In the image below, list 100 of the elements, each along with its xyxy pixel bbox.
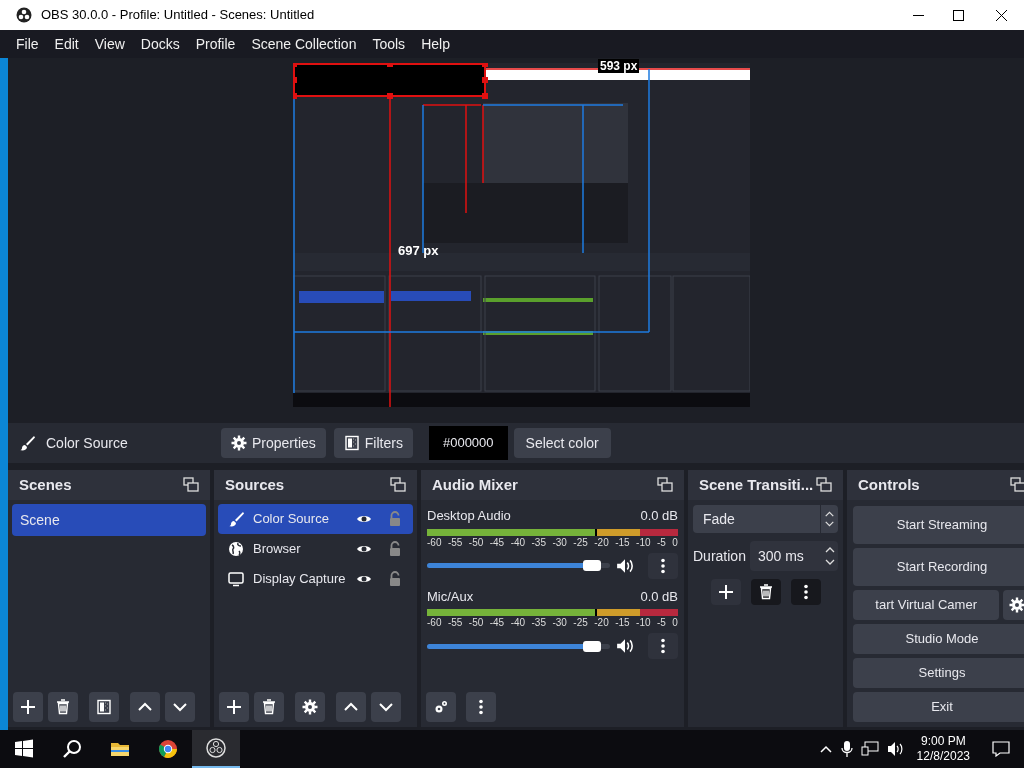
- source-item[interactable]: Browser: [218, 534, 413, 564]
- source-item[interactable]: Color Source: [218, 504, 413, 534]
- brush-icon: [19, 435, 35, 451]
- control-button[interactable]: Studio Mode: [853, 624, 1024, 654]
- undock-button[interactable]: [390, 477, 406, 493]
- mixer-settings-button[interactable]: [426, 692, 456, 722]
- undock-button[interactable]: [816, 477, 832, 493]
- scale-label: -60: [427, 618, 442, 628]
- lock-toggle[interactable]: [387, 511, 403, 527]
- transition-select[interactable]: Fade: [693, 505, 838, 533]
- scale-label: -40: [510, 537, 526, 548]
- gears-icon: [433, 699, 449, 715]
- add-button[interactable]: [13, 692, 43, 722]
- gear-icon: [1009, 597, 1024, 613]
- obs-button[interactable]: [192, 730, 240, 768]
- source-item[interactable]: Display Capture: [218, 564, 413, 594]
- scale-label: -55: [447, 618, 463, 628]
- mute-button[interactable]: [616, 637, 634, 655]
- duration-label: Duration: [693, 546, 746, 566]
- virtual-camera-button[interactable]: tart Virtual Camer: [853, 590, 1000, 620]
- scale-label: -25: [573, 537, 588, 548]
- undock-icon: [657, 477, 673, 493]
- menu-item[interactable]: Profile: [188, 33, 243, 55]
- move-up-button[interactable]: [130, 692, 160, 722]
- lock-icon: [387, 511, 403, 527]
- microphone-icon[interactable]: [840, 740, 853, 758]
- notifications-icon[interactable]: [992, 741, 1010, 757]
- gear-icon: [302, 699, 318, 715]
- dock-title: Scenes: [19, 474, 72, 495]
- remove-button[interactable]: [254, 692, 284, 722]
- plus-icon: [226, 699, 242, 715]
- menu-item[interactable]: View: [87, 33, 132, 55]
- properties-button[interactable]: [295, 692, 325, 722]
- lock-toggle[interactable]: [387, 571, 403, 587]
- scale-label: -5: [656, 618, 666, 628]
- dock-title: Scene Transiti...: [699, 474, 814, 495]
- trash-icon: [55, 699, 71, 715]
- more-icon: [661, 638, 665, 654]
- volume-thumb[interactable]: [582, 560, 601, 571]
- control-button[interactable]: Start Streaming: [853, 506, 1024, 544]
- control-button[interactable]: Start Recording: [853, 548, 1024, 586]
- remove-button[interactable]: [48, 692, 78, 722]
- volume-icon[interactable]: [886, 741, 905, 757]
- plus-icon: [20, 699, 36, 715]
- dock-title: Sources: [225, 474, 285, 495]
- undock-button[interactable]: [1010, 477, 1024, 493]
- remove-button[interactable]: [750, 579, 781, 605]
- menu-item[interactable]: File: [9, 33, 46, 55]
- select-color-button[interactable]: Select color: [513, 428, 611, 458]
- menu-item[interactable]: Scene Collection: [244, 33, 364, 55]
- undock-button[interactable]: [183, 477, 199, 493]
- menu-button[interactable]: [648, 633, 678, 659]
- menu-button[interactable]: [466, 692, 496, 722]
- more-icon: [479, 699, 483, 715]
- scale-label: -30: [552, 618, 567, 628]
- control-button[interactable]: Exit: [853, 692, 1024, 722]
- window-title: OBS 30.0.0 - Profile: Untitled - Scenes: Untitled: [41, 6, 315, 25]
- scale-label: -25: [573, 618, 588, 628]
- menu-item[interactable]: Tools: [365, 33, 413, 55]
- gear-icon: [231, 435, 247, 451]
- trash-icon: [261, 699, 277, 715]
- scale-label: -60: [427, 537, 442, 548]
- browser-icon: [157, 738, 179, 760]
- lock-toggle[interactable]: [387, 541, 403, 557]
- undock-button[interactable]: [657, 477, 673, 493]
- lock-icon: [387, 541, 403, 557]
- add-button[interactable]: [710, 579, 741, 605]
- duration-field[interactable]: 300 ms: [749, 541, 838, 571]
- menu-button[interactable]: [790, 579, 821, 605]
- scale-label: -35: [531, 537, 546, 548]
- move-down-button[interactable]: [371, 692, 401, 722]
- channel-name: Desktop Audio: [427, 507, 511, 525]
- scale-label: -10: [636, 537, 651, 548]
- move-down-button[interactable]: [165, 692, 195, 722]
- volume-thumb[interactable]: [582, 640, 601, 652]
- add-button[interactable]: [219, 692, 249, 722]
- menu-button[interactable]: [648, 552, 678, 579]
- menu-item[interactable]: Help: [414, 33, 457, 55]
- filters-button[interactable]: Filters: [333, 428, 413, 458]
- scale-label: -10: [636, 618, 651, 628]
- virtual-camera-settings-button[interactable]: [1003, 590, 1024, 620]
- scale-label: -20: [594, 618, 609, 628]
- control-button[interactable]: Settings: [853, 658, 1024, 688]
- menu-item[interactable]: Docks: [133, 33, 187, 55]
- filters-button[interactable]: [89, 692, 119, 722]
- undock-icon: [816, 477, 832, 493]
- color-swatch: #000000: [428, 426, 508, 460]
- network-icon[interactable]: [860, 741, 879, 757]
- measurement-label: 593 px: [598, 59, 640, 73]
- scale-label: -30: [552, 537, 567, 548]
- properties-button[interactable]: Properties: [221, 428, 326, 458]
- lock-icon: [387, 571, 403, 587]
- scene-item[interactable]: Scene: [12, 504, 206, 536]
- menu-item[interactable]: Edit: [47, 33, 86, 55]
- scale-label: -45: [489, 537, 505, 548]
- scale-label: -50: [468, 537, 484, 548]
- clock[interactable]: 9:00 PM 12/8/2023: [912, 734, 974, 764]
- plus-icon: [717, 584, 734, 600]
- brush-icon: [228, 511, 244, 527]
- move-up-button[interactable]: [336, 692, 366, 722]
